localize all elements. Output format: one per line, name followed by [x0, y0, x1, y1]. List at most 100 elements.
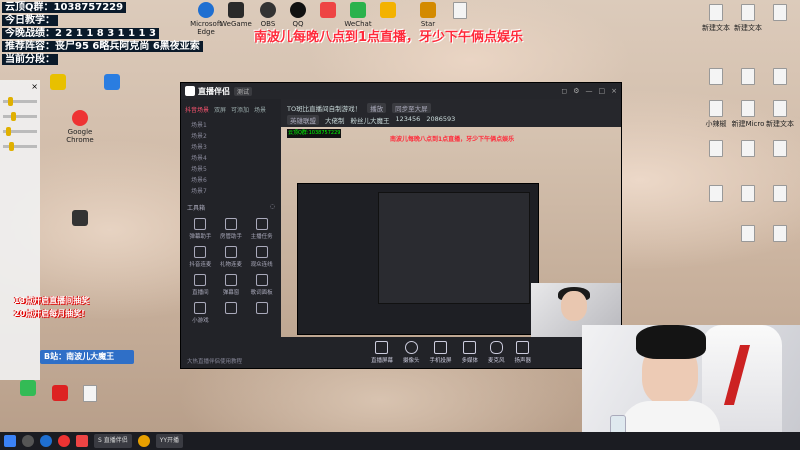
overlay-tonight-record: 今晚战绩：2 2 1 1 8 3 1 1 1 3: [2, 28, 159, 39]
microphone-button[interactable]: 麦克风: [488, 341, 505, 368]
desktop-icon-blue[interactable]: [92, 74, 132, 92]
stream-title-row: TO斑比直播间自制游戏！ 播放 同步至大屏: [287, 103, 615, 113]
scene-item[interactable]: 场景3: [181, 142, 281, 153]
desktop-icon-chrome[interactable]: Google Chrome: [60, 110, 100, 144]
tool-icon: [194, 274, 207, 286]
tool-danmu-helper[interactable]: 弹幕助手: [185, 218, 216, 240]
tool-icon: [255, 218, 268, 230]
tab-scene[interactable]: 场景: [254, 105, 266, 114]
file-icon: [741, 100, 755, 117]
chrome-icon: [72, 110, 88, 126]
browser-icon[interactable]: [58, 435, 70, 447]
volume-slider[interactable]: [3, 142, 37, 151]
tool-icon: [224, 218, 237, 230]
tool-gift-link[interactable]: 礼物连麦: [216, 246, 247, 268]
sync-button[interactable]: 同步至大屏: [392, 103, 431, 113]
tool-extra[interactable]: [246, 302, 277, 324]
desktop-icon-yellow-app[interactable]: [368, 2, 408, 20]
slider-knob[interactable]: [8, 97, 13, 106]
file-icon: [773, 100, 787, 117]
desktop-file-icon[interactable]: [760, 140, 800, 159]
volume-slider[interactable]: [3, 97, 37, 106]
maximize-icon[interactable]: □: [599, 87, 606, 95]
close-icon[interactable]: ×: [611, 87, 617, 95]
scene-item[interactable]: 场景7: [181, 186, 281, 197]
app-titlebar[interactable]: 直播伴侣 测试 ◻ ⚙ — □ ×: [181, 83, 621, 99]
tool-icon: [194, 302, 207, 314]
screen-icon[interactable]: ◻: [561, 87, 567, 95]
toolbox-header: 工具箱 ◌: [181, 197, 281, 214]
tool-audience-link[interactable]: 观众连线: [246, 246, 277, 268]
tab-douyin-scene[interactable]: 抖音场景: [185, 105, 209, 114]
tab-addable[interactable]: 可添加: [231, 105, 249, 114]
wps-icon: [52, 385, 68, 401]
play-button[interactable]: 播放: [367, 103, 387, 113]
tool-mini-game[interactable]: 小游戏: [185, 302, 216, 324]
search-icon[interactable]: [22, 435, 34, 447]
desktop-file-icon[interactable]: [760, 225, 800, 244]
multimedia-button[interactable]: 多媒体: [462, 341, 478, 368]
settings-icon[interactable]: ⚙: [573, 87, 579, 95]
tool-mic-link[interactable]: 抖音连麦: [185, 246, 216, 268]
tool-icon: [194, 246, 207, 258]
taskbar-app-yy[interactable]: YY开播: [155, 434, 184, 448]
close-icon[interactable]: ×: [31, 82, 38, 91]
tool-room-manager[interactable]: 房管助手: [216, 218, 247, 240]
chair-stripe: [723, 345, 751, 405]
star-app-icon: [420, 2, 436, 18]
edge-icon[interactable]: [40, 435, 52, 447]
tool-danmu-window[interactable]: 弹幕窗: [216, 274, 247, 296]
promo-lottery-13: 13点开启直播间抽奖: [14, 296, 90, 305]
promo-lottery-20: 20点开启每月抽奖!: [14, 309, 85, 318]
stream-preview[interactable]: 云顶Q群:1038757229 南波儿每晚八点到1点直播，牙少下午俩点娱乐: [281, 127, 621, 337]
taskbar-app-live-companion[interactable]: S 直播伴侣: [94, 434, 132, 448]
desktop-icon-file[interactable]: [440, 2, 480, 21]
game-category[interactable]: 英雄联盟: [287, 115, 319, 125]
file-icon: [773, 68, 787, 85]
speaker-button[interactable]: 扬声器: [515, 341, 531, 368]
volume-slider[interactable]: [3, 112, 37, 121]
tool-live-room[interactable]: 直播间: [185, 274, 216, 296]
desktop-icon-app[interactable]: [60, 210, 100, 228]
desktop-file-icon[interactable]: 新建文本: [760, 100, 800, 129]
toolbox-title: 工具箱: [187, 205, 206, 212]
desktop-icon-yellow[interactable]: [38, 74, 78, 92]
app-logo-icon: [185, 86, 195, 96]
desktop-file-icon[interactable]: [70, 385, 110, 404]
desktop-file-icon[interactable]: [760, 185, 800, 204]
more-icon[interactable]: ◌: [270, 203, 275, 212]
minimize-icon[interactable]: —: [586, 87, 593, 95]
overlay-qq-group: 云顶Q群：1038757229: [2, 2, 127, 13]
file-icon: [453, 2, 467, 19]
screen-capture-button[interactable]: 直播屏幕: [371, 341, 393, 368]
scene-item[interactable]: 场景5: [181, 164, 281, 175]
toolbox-grid: 弹幕助手 房管助手 主播任务 抖音连麦 礼物连麦 观众连线 直播间 弹幕窗 歌词…: [181, 214, 281, 328]
slider-knob[interactable]: [6, 127, 11, 136]
taskbar: S 直播伴侣 YY开播: [0, 432, 800, 450]
desktop-file-icon[interactable]: [760, 4, 800, 23]
media-icon: [463, 341, 477, 354]
tool-host-task[interactable]: 主播任务: [246, 218, 277, 240]
scene-item[interactable]: 场景4: [181, 153, 281, 164]
slider-knob[interactable]: [11, 112, 16, 121]
desktop-file-icon[interactable]: [760, 68, 800, 87]
stream-title: TO斑比直播间自制游戏！: [287, 105, 362, 113]
slider-knob[interactable]: [9, 142, 14, 151]
scene-item[interactable]: 场景6: [181, 175, 281, 186]
windows-start-icon[interactable]: [4, 435, 16, 447]
file-icon: [83, 385, 97, 402]
tool-icon: [255, 302, 268, 314]
chrome-icon[interactable]: [137, 435, 150, 447]
scene-item[interactable]: 场景1: [181, 120, 281, 131]
scene-item[interactable]: 场景2: [181, 131, 281, 142]
tab-dual[interactable]: 双屏: [214, 105, 226, 114]
volume-slider[interactable]: [3, 127, 37, 136]
tutorial-link[interactable]: 大热直播伴侣使用教程: [187, 357, 242, 365]
app-version-badge: 测试: [234, 86, 253, 96]
phone-cast-button[interactable]: 手机投屏: [429, 341, 452, 368]
tool-lyrics-panel[interactable]: 歌词面板: [246, 274, 277, 296]
live-companion-window: 直播伴侣 测试 ◻ ⚙ — □ × 抖音场景 双屏 可添加 场景 场景1 场景2…: [180, 82, 622, 369]
tool-extra[interactable]: [216, 302, 247, 324]
wegame-icon[interactable]: [76, 435, 88, 447]
camera-button[interactable]: 摄像头: [403, 341, 419, 368]
